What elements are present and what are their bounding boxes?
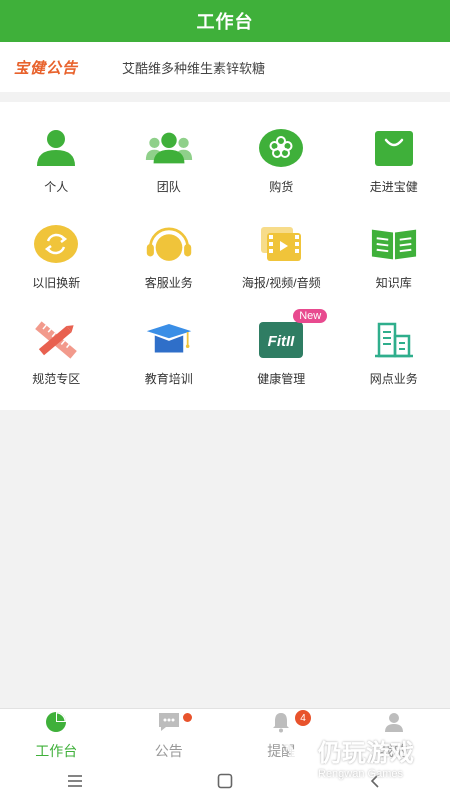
grid-item-label: 海报/视频/音频 [241, 276, 321, 290]
fitii-icon: FitII New [257, 309, 328, 362]
grid-item-label: 健康管理 [257, 372, 306, 386]
page-title: 工作台 [196, 12, 254, 32]
grid-item-purchase[interactable]: 购货 [225, 126, 338, 222]
shopping-bag-icon [370, 126, 418, 170]
notice-bar[interactable]: 宝健公告 艾酷维多种维生素锌软糖 [0, 42, 450, 92]
home-square-icon[interactable] [205, 766, 245, 796]
tab-label: 工作台 [35, 742, 78, 759]
building-icon [370, 318, 418, 362]
graduation-cap-icon [145, 318, 193, 362]
menu-icon[interactable] [55, 766, 95, 796]
grid-item-customer-service[interactable]: 客服业务 [113, 222, 226, 318]
tab-announcements[interactable]: 公告 [113, 709, 226, 762]
book-icon [370, 222, 418, 266]
grid-item-label: 知识库 [375, 276, 412, 290]
flower-icon [257, 126, 305, 170]
grid-item-label: 客服业务 [144, 276, 193, 290]
unread-dot [182, 713, 192, 722]
grid-item-label: 走进宝健 [369, 180, 418, 194]
app-header: 工作台 [0, 0, 450, 42]
team-icon [145, 126, 193, 170]
chat-bubble-icon [157, 711, 181, 738]
function-grid: 个人 团队 购货 走进宝健 以旧换新 客服业务 海报/视频/音频 知识库 规范专… [0, 102, 450, 414]
watermark-cn: 仍玩游戏 [318, 739, 414, 767]
headphones-icon [145, 222, 193, 266]
grid-item-label: 网点业务 [369, 372, 418, 386]
grid-item-media[interactable]: 海报/视频/音频 [225, 222, 338, 318]
reminder-count-badge: 4 [295, 710, 311, 726]
tab-workbench[interactable]: 工作台 [0, 709, 113, 762]
grid-item-outlet[interactable]: 网点业务 [338, 318, 450, 414]
fitii-logo-text: FitII [268, 333, 295, 350]
person-icon [32, 126, 80, 170]
grid-item-about[interactable]: 走进宝健 [338, 126, 450, 222]
notice-text[interactable]: 艾酷维多种维生素锌软糖 [122, 58, 265, 77]
grid-item-trade-in[interactable]: 以旧换新 [0, 222, 113, 318]
grid-item-label: 教育培训 [144, 372, 193, 386]
grid-item-standards[interactable]: 规范专区 [0, 318, 113, 414]
notice-brand-label: 宝健公告 [14, 59, 79, 77]
grid-item-label: 团队 [156, 180, 181, 194]
grid-item-label: 购货 [269, 180, 294, 194]
grid-item-health-management[interactable]: FitII New 健康管理 [225, 309, 338, 414]
pie-chart-icon [45, 711, 67, 738]
ruler-pencil-icon [32, 318, 80, 362]
grid-item-education[interactable]: 教育培训 [113, 318, 226, 414]
watermark: 仍玩游戏 Rengwan Games [276, 726, 446, 786]
grid-item-personal[interactable]: 个人 [0, 126, 113, 222]
exchange-icon [32, 222, 80, 266]
grid-item-knowledge-base[interactable]: 知识库 [338, 222, 450, 318]
empty-content-area [0, 410, 450, 708]
watermark-logo-icon [276, 732, 314, 781]
new-badge: New [293, 309, 328, 323]
grid-item-team[interactable]: 团队 [113, 126, 226, 222]
grid-item-label: 个人 [44, 180, 69, 194]
media-icon [257, 222, 305, 266]
tab-label: 公告 [154, 742, 183, 759]
grid-item-label: 规范专区 [32, 372, 81, 386]
watermark-en: Rengwan Games [318, 767, 403, 780]
watermark-text: 仍玩游戏 Rengwan Games [318, 733, 414, 780]
function-grid-panel: 个人 团队 购货 走进宝健 以旧换新 客服业务 海报/视频/音频 知识库 规范专… [0, 102, 450, 410]
grid-item-label: 以旧换新 [32, 276, 81, 290]
